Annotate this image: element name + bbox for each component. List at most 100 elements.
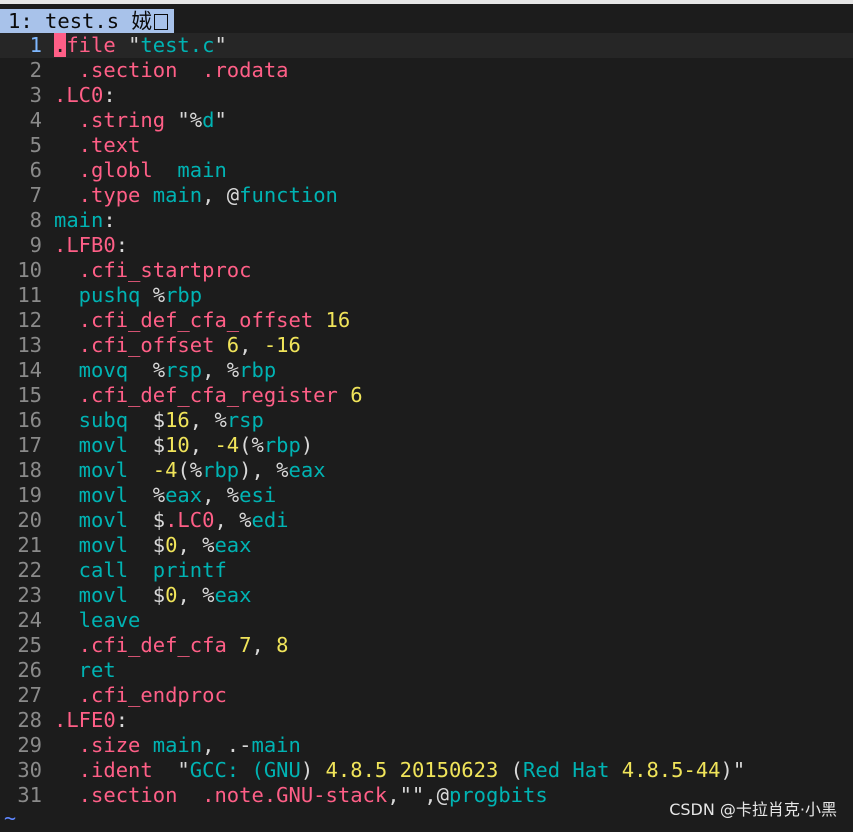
code-token: " [177, 758, 190, 782]
code-token: esi [239, 483, 277, 507]
line-number: 11 [17, 283, 42, 307]
line-number: 2 [29, 58, 42, 82]
code-token: .LC0 [54, 83, 104, 107]
code-line[interactable]: 8 main: [0, 208, 853, 233]
code-token: 16 [165, 408, 190, 432]
code-line[interactable]: 22 call printf [0, 558, 853, 583]
watermark: CSDN @卡拉肖克·小黑 [669, 800, 837, 819]
code-line[interactable]: 13 .cfi_offset 6, -16 [0, 333, 853, 358]
unknown-glyph-icon [153, 13, 168, 30]
code-line[interactable]: 14 movq %rsp, %rbp [0, 358, 853, 383]
line-number: 12 [17, 308, 42, 332]
code-token: main [54, 208, 104, 232]
line-number: 9 [29, 233, 42, 257]
text-cursor: . [54, 33, 67, 57]
line-number: 19 [17, 483, 42, 507]
code-line[interactable]: 21 movl $0, %eax [0, 533, 853, 558]
code-line[interactable]: 4 .string "%d" [0, 108, 853, 133]
code-line[interactable]: 19 movl %eax, %esi [0, 483, 853, 508]
code-token: : [115, 233, 129, 257]
code-line[interactable]: 12 .cfi_def_cfa_offset 16 [0, 308, 853, 333]
code-token: , % [202, 358, 240, 382]
code-token: ) [300, 758, 326, 782]
code-token: 4.8.5 20150623 [325, 758, 499, 782]
code-line[interactable]: 7 .type main, @function [0, 183, 853, 208]
line-number: 6 [29, 158, 42, 182]
code-line[interactable]: 28 .LFE0: [0, 708, 853, 733]
code-token: , % [189, 408, 227, 432]
code-token: .cfi_def_cfa_offset [54, 308, 326, 332]
code-token: ,"",@ [387, 783, 449, 807]
code-token: main [152, 183, 203, 207]
code-line[interactable]: 3 .LC0: [0, 83, 853, 108]
code-line[interactable]: 15 .cfi_def_cfa_register 6 [0, 383, 853, 408]
code-token: $ [152, 408, 166, 432]
code-line[interactable]: 17 movl $10, -4(%rbp) [0, 433, 853, 458]
line-number: 4 [29, 108, 42, 132]
code-line[interactable]: 26 ret [0, 658, 853, 683]
code-line[interactable]: 20 movl $.LC0, %edi [0, 508, 853, 533]
code-token: main [177, 158, 227, 182]
code-token: progbits [448, 783, 548, 807]
code-token: : [103, 83, 116, 107]
code-line[interactable]: 18 movl -4(%rbp), %eax [0, 458, 853, 483]
code-line[interactable]: 11 pushq %rbp [0, 283, 853, 308]
code-line[interactable]: 29 .size main, .-main [0, 733, 853, 758]
code-token: -4 [152, 458, 178, 482]
code-line[interactable]: 10 .cfi_startproc [0, 258, 853, 283]
code-line[interactable]: 23 movl $0, %eax [0, 583, 853, 608]
code-token: .cfi_startproc [54, 258, 252, 282]
code-token: GCC: ( [189, 758, 264, 782]
code-token: ret [54, 658, 116, 682]
code-token: , % [214, 508, 252, 532]
code-token: eax [214, 583, 252, 607]
code-line[interactable]: 5 .text [0, 133, 853, 158]
code-token: $ [152, 508, 166, 532]
code-line[interactable]: 2 .section .rodata [0, 58, 853, 83]
code-line[interactable]: 9 .LFB0: [0, 233, 853, 258]
code-token: $ [152, 433, 166, 457]
code-token: rbp [239, 358, 277, 382]
line-number: 8 [29, 208, 42, 232]
code-line[interactable]: 30 .ident "GCC: (GNU) 4.8.5 20150623 (Re… [0, 758, 853, 783]
code-token: test.c [140, 33, 215, 57]
code-token: )" [720, 758, 746, 782]
code-token: .LFB0 [54, 233, 116, 257]
code-token: , % [202, 483, 240, 507]
code-line[interactable]: 24 leave [0, 608, 853, 633]
code-token: ) [300, 433, 314, 457]
code-token: .ident [54, 758, 178, 782]
code-token: eax [288, 458, 326, 482]
code-token: , @ [202, 183, 240, 207]
line-number: 27 [17, 683, 42, 707]
line-number: 28 [17, 708, 42, 732]
code-token: .size [54, 733, 153, 757]
code-token: Red Hat [523, 758, 622, 782]
line-number: 30 [17, 758, 42, 782]
code-line[interactable]: 25 .cfi_def_cfa 7, 8 [0, 633, 853, 658]
code-token: rbp [263, 433, 301, 457]
code-token: d [202, 108, 215, 132]
line-number: 18 [17, 458, 42, 482]
code-line[interactable]: 1 .file "test.c" [0, 33, 853, 58]
code-token: .cfi_def_cfa_register [54, 383, 351, 407]
code-token: $ [152, 583, 166, 607]
buffer-tab-label: 1: test.s 娀 [8, 9, 152, 33]
code-token: .cfi_def_cfa [54, 633, 240, 657]
code-token: 8 [276, 633, 289, 657]
line-number: 22 [17, 558, 42, 582]
line-number: 14 [17, 358, 42, 382]
code-token: , .- [202, 733, 252, 757]
code-line[interactable]: 27 .cfi_endproc [0, 683, 853, 708]
code-token: 0 [165, 583, 178, 607]
code-line[interactable]: 6 .globl main [0, 158, 853, 183]
line-number: 21 [17, 533, 42, 557]
line-number: 1 [29, 33, 42, 57]
line-number: 3 [29, 83, 42, 107]
code-editor[interactable]: 1 .file "test.c" 2 .section .rodata 3 .LC0: 4… [0, 33, 853, 808]
buffer-tab[interactable]: 1: test.s 娀 [0, 9, 174, 34]
line-number: 20 [17, 508, 42, 532]
code-line[interactable]: 16 subq $16, %rsp [0, 408, 853, 433]
line-number: 23 [17, 583, 42, 607]
code-token: eax [165, 483, 203, 507]
